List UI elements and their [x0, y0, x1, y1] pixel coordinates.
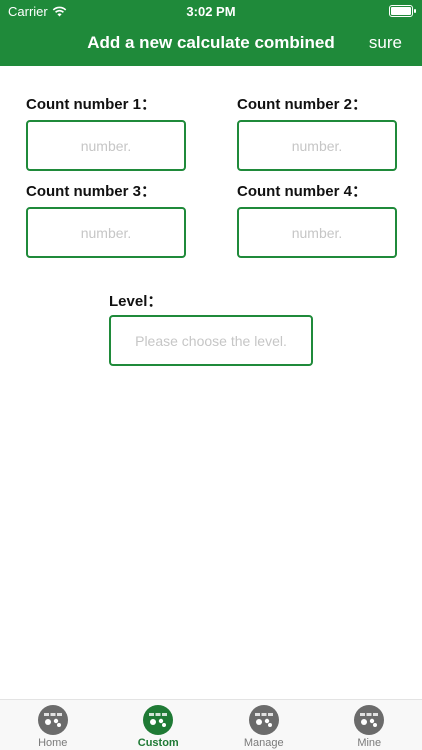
level-label: Level： — [109, 293, 163, 310]
page-title: Add a new calculate combined — [87, 33, 335, 52]
count-number-1-label: Count number 1： — [26, 96, 156, 113]
count-number-3-input[interactable] — [26, 207, 186, 258]
status-time: 3:02 PM — [186, 4, 236, 19]
count-number-1-field: Count number 1： — [26, 95, 186, 171]
count-number-4-field: Count number 4： — [237, 182, 397, 258]
level-field: Level： — [109, 292, 313, 366]
count-number-3-label: Count number 3： — [26, 183, 156, 200]
count-number-4-label: Count number 4： — [237, 183, 367, 200]
battery-icon — [389, 5, 416, 17]
count-number-2-label: Count number 2： — [237, 96, 367, 113]
mahjong-tiles-icon — [143, 705, 174, 735]
tab-manage[interactable]: Manage — [211, 700, 317, 750]
tab-custom-label: Custom — [137, 737, 179, 749]
count-number-1-input[interactable] — [26, 120, 186, 171]
tab-custom[interactable]: Custom — [106, 700, 212, 750]
mahjong-tiles-icon — [37, 705, 68, 735]
tab-mine-label: Mine — [357, 737, 382, 749]
tab-mine[interactable]: Mine — [317, 700, 422, 750]
count-number-2-field: Count number 2： — [237, 95, 397, 171]
tab-manage-label: Manage — [243, 737, 284, 749]
mahjong-tiles-icon — [354, 705, 385, 735]
sure-button[interactable]: sure — [369, 33, 402, 53]
count-number-2-input[interactable] — [237, 120, 397, 171]
count-number-4-input[interactable] — [237, 207, 397, 258]
count-number-3-field: Count number 3： — [26, 182, 186, 258]
tab-home-label: Home — [38, 737, 68, 749]
nav-header: Carrier 3:02 PM Add a new calculate comb… — [0, 0, 422, 66]
status-bar: Carrier 3:02 PM — [0, 0, 422, 22]
mahjong-tiles-icon — [248, 705, 279, 735]
tab-home[interactable]: Home — [0, 700, 106, 750]
level-input[interactable] — [109, 315, 313, 366]
tab-bar: Home Custom Manage Mine — [0, 699, 422, 750]
